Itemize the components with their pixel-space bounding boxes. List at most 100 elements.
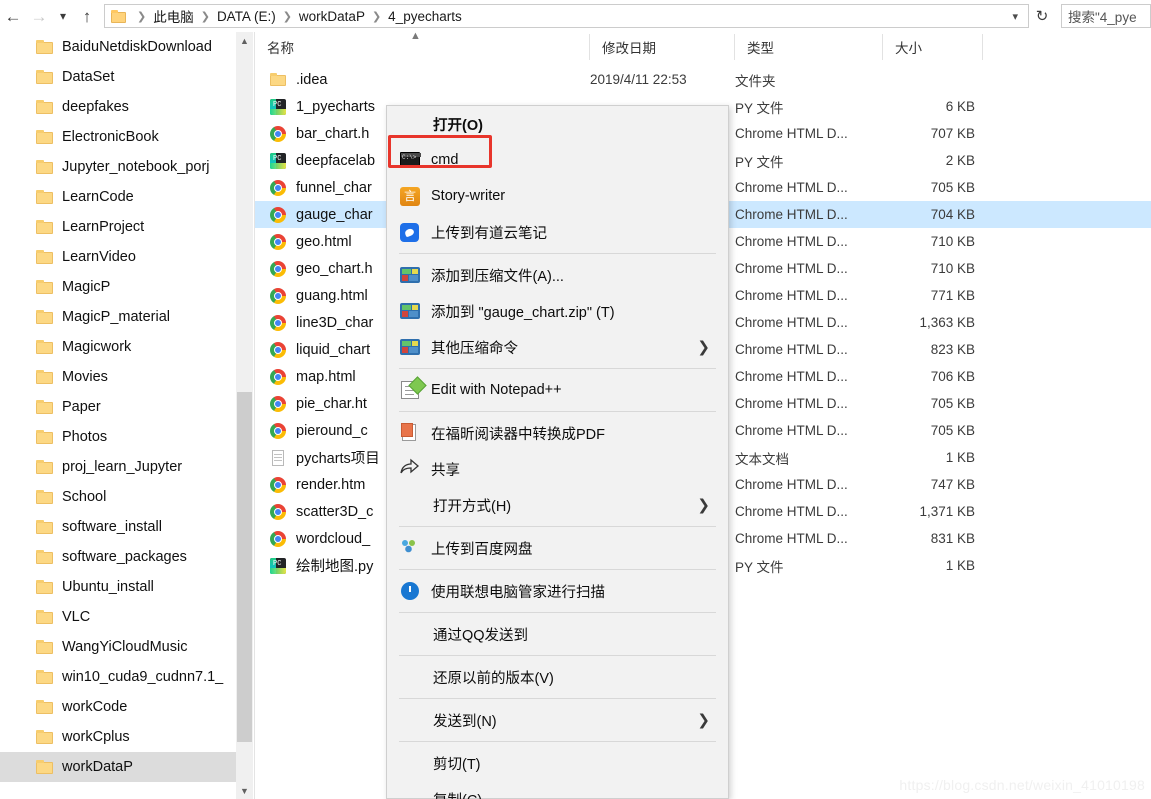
context-menu-item-2[interactable]: Story-writer — [387, 178, 728, 214]
tree-item-learncode[interactable]: LearnCode — [0, 182, 236, 212]
tree-item-label: School — [62, 489, 107, 505]
tree-item-label: LearnCode — [62, 189, 134, 205]
column-header-row: 名称 ▲ 修改日期 类型 大小 — [255, 32, 1151, 62]
tree-item-learnproject[interactable]: LearnProject — [0, 212, 236, 242]
recent-locations-chevron-icon[interactable]: ▾ — [52, 3, 74, 29]
python-file-icon: PC — [269, 557, 287, 574]
file-name-label: pieround_c — [296, 422, 368, 439]
file-type-cell: Chrome HTML D... — [735, 126, 848, 141]
context-menu-item-12[interactable]: 使用联想电脑管家进行扫描 — [387, 573, 728, 609]
context-menu-item-16[interactable]: 剪切(T) — [387, 745, 728, 781]
breadcrumb-item-2[interactable]: workDataP — [299, 9, 365, 24]
file-name-cell[interactable]: .idea — [255, 72, 590, 88]
context-menu-item-6[interactable]: 其他压缩命令 ❯ — [387, 329, 728, 365]
file-size-cell: 704 KB — [930, 207, 975, 222]
tree-item-magicwork[interactable]: Magicwork — [0, 332, 236, 362]
context-menu-item-15[interactable]: 发送到(N) ❯ — [387, 702, 728, 738]
scrollbar-thumb[interactable] — [237, 392, 252, 742]
tree-item-proj-learn-jupyter[interactable]: proj_learn_Jupyter — [0, 452, 236, 482]
chrome-html-document-icon — [269, 233, 287, 250]
file-type-cell: Chrome HTML D... — [735, 315, 848, 330]
context-menu[interactable]: 打开(O) C:\> cmd Story-writer 上传到有道云笔记添加到压缩文件(… — [386, 105, 729, 799]
tree-item-workdatap[interactable]: workDataP — [0, 752, 236, 782]
folder-icon — [36, 40, 53, 54]
folder-icon — [36, 640, 53, 654]
context-menu-item-1[interactable]: C:\> cmd — [387, 142, 728, 178]
tree-item-workcplus[interactable]: workCplus — [0, 722, 236, 752]
share-icon — [399, 458, 421, 480]
chrome-html-document-icon — [269, 179, 287, 196]
breadcrumb-separator: ❯ — [371, 10, 382, 23]
context-menu-item-17[interactable]: 复制(C) — [387, 781, 728, 799]
file-name-label: 1_pyecharts — [296, 98, 375, 115]
tree-item-deepfakes[interactable]: deepfakes — [0, 92, 236, 122]
context-menu-item-14[interactable]: 还原以前的版本(V) — [387, 659, 728, 695]
folder-icon — [36, 400, 53, 414]
forward-arrow-icon[interactable]: → — [26, 3, 52, 29]
context-menu-item-4[interactable]: 添加到压缩文件(A)... — [387, 257, 728, 293]
tree-item-win10-cuda9-cudnn7-1-[interactable]: win10_cuda9_cudnn7.1_ — [0, 662, 236, 692]
file-name-label: liquid_chart — [296, 341, 371, 358]
tree-item-ubuntu-install[interactable]: Ubuntu_install — [0, 572, 236, 602]
folder-icon — [36, 670, 53, 684]
folder-icon — [36, 490, 53, 504]
address-dropdown-icon[interactable]: ▾ — [1006, 10, 1024, 23]
context-menu-item-9[interactable]: 共享 — [387, 451, 728, 487]
file-name-label: 绘制地图.py — [296, 559, 374, 575]
context-menu-item-label: 上传到百度网盘 — [431, 541, 533, 558]
refresh-icon[interactable]: ↻ — [1029, 3, 1055, 29]
tree-item-label: Ubuntu_install — [62, 579, 154, 595]
context-menu-item-10[interactable]: 打开方式(H) ❯ — [387, 487, 728, 523]
tree-scrollbar[interactable]: ▲ ▼ — [236, 32, 253, 799]
column-header-type[interactable]: 类型 — [735, 34, 883, 60]
tree-item-baidunetdiskdownload[interactable]: BaiduNetdiskDownload — [0, 32, 236, 62]
tree-item-wangyicloudmusic[interactable]: WangYiCloudMusic — [0, 632, 236, 662]
file-size-cell: 747 KB — [930, 477, 975, 492]
sort-ascending-icon: ▲ — [410, 32, 421, 42]
column-header-date[interactable]: 修改日期 — [590, 34, 735, 60]
up-arrow-icon[interactable]: ↑ — [74, 3, 100, 29]
tree-item-dataset[interactable]: DataSet — [0, 62, 236, 92]
breadcrumb[interactable]: ❯ 此电脑 ❯ DATA (E:) ❯ workDataP ❯ 4_pyecha… — [104, 4, 1029, 28]
column-header-name[interactable]: 名称 ▲ — [255, 32, 590, 60]
scroll-up-icon[interactable]: ▲ — [236, 32, 253, 49]
tree-item-movies[interactable]: Movies — [0, 362, 236, 392]
breadcrumb-item-0[interactable]: 此电脑 — [153, 6, 194, 26]
file-size-cell: 705 KB — [930, 423, 975, 438]
tree-item-workcode[interactable]: workCode — [0, 692, 236, 722]
tree-item-vlc[interactable]: VLC — [0, 602, 236, 632]
file-type-cell: Chrome HTML D... — [735, 423, 848, 438]
tree-item-label: LearnVideo — [62, 249, 136, 265]
context-menu-item-13[interactable]: 通过QQ发送到 — [387, 616, 728, 652]
tree-item-label: MagicP — [62, 279, 111, 295]
tree-item-electronicbook[interactable]: ElectronicBook — [0, 122, 236, 152]
file-name-label: render.htm — [296, 476, 366, 493]
context-menu-item-8[interactable]: 在福昕阅读器中转换成PDF — [387, 415, 728, 451]
tree-item-label: proj_learn_Jupyter — [62, 459, 183, 475]
tree-item-school[interactable]: School — [0, 482, 236, 512]
tree-item-jupyter-notebook-porj[interactable]: Jupyter_notebook_porj — [0, 152, 236, 182]
tree-item-magicp-material[interactable]: MagicP_material — [0, 302, 236, 332]
chrome-html-document-icon — [269, 287, 287, 304]
search-input[interactable]: 搜索"4_pye — [1061, 4, 1151, 28]
file-size-cell: 705 KB — [930, 180, 975, 195]
breadcrumb-item-1[interactable]: DATA (E:) — [217, 9, 276, 24]
context-menu-item-0[interactable]: 打开(O) — [387, 106, 728, 142]
table-row[interactable]: .idea 2019/4/11 22:53 文件夹 — [255, 66, 1151, 93]
breadcrumb-item-3[interactable]: 4_pyecharts — [388, 9, 462, 24]
file-name-label: pycharts项目 — [296, 451, 380, 467]
file-size-cell: 705 KB — [930, 396, 975, 411]
scroll-down-icon[interactable]: ▼ — [236, 782, 253, 799]
context-menu-item-7[interactable]: Edit with Notepad++ — [387, 372, 728, 408]
context-menu-item-11[interactable]: 上传到百度网盘 — [387, 530, 728, 566]
tree-item-magicp[interactable]: MagicP — [0, 272, 236, 302]
tree-item-software-install[interactable]: software_install — [0, 512, 236, 542]
tree-item-software-packages[interactable]: software_packages — [0, 542, 236, 572]
tree-item-paper[interactable]: Paper — [0, 392, 236, 422]
column-header-size[interactable]: 大小 — [883, 34, 983, 60]
context-menu-item-3[interactable]: 上传到有道云笔记 — [387, 214, 728, 250]
back-arrow-icon[interactable]: ← — [0, 3, 26, 29]
tree-item-learnvideo[interactable]: LearnVideo — [0, 242, 236, 272]
tree-item-photos[interactable]: Photos — [0, 422, 236, 452]
context-menu-item-5[interactable]: 添加到 "gauge_chart.zip" (T) — [387, 293, 728, 329]
